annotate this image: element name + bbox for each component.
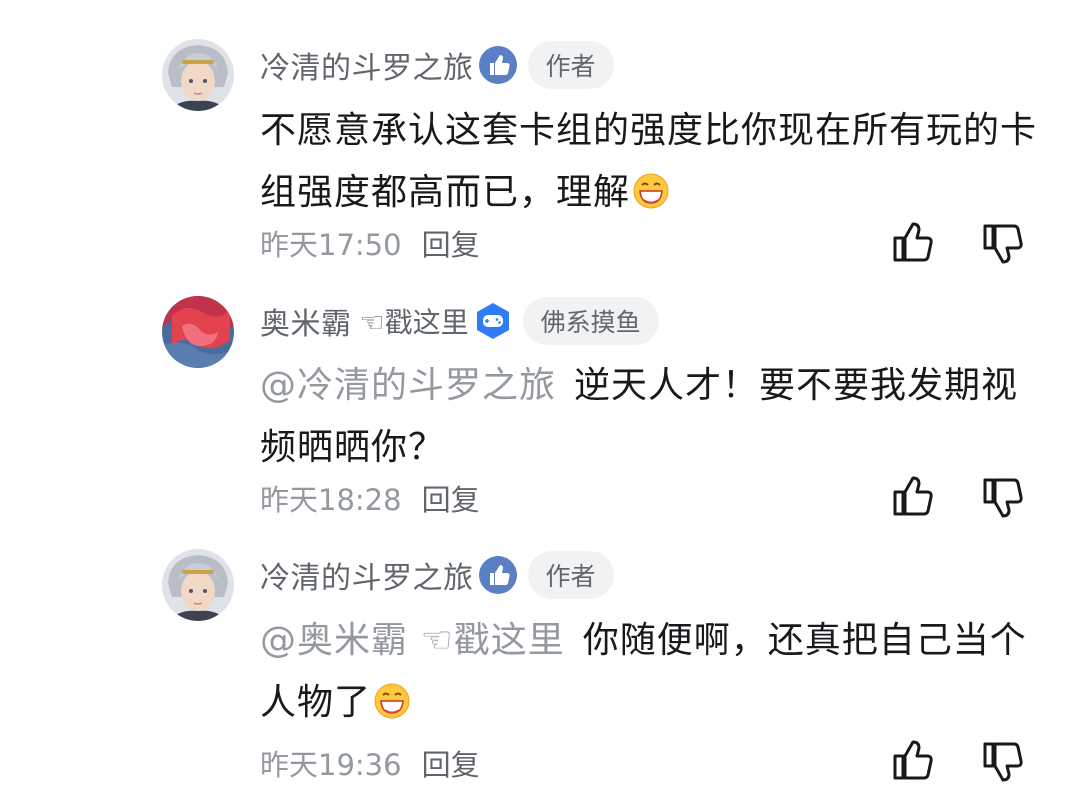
mention-link[interactable]: @奥米霸 ☜戳这里 — [260, 620, 565, 661]
comment-text: @奥米霸 ☜戳这里 你随便啊，还真把自己当个人物了 — [260, 610, 1040, 734]
thumbs-up-icon[interactable] — [889, 736, 937, 784]
avatar[interactable] — [162, 549, 234, 621]
thumbs-down-icon[interactable] — [979, 738, 1027, 786]
comment-item: 冷清的斗罗之旅 作者 @奥米霸 ☜戳这里 你随便啊，还真把自己当个人物了 昨天19… — [0, 0, 1080, 795]
reply-button[interactable]: 回复 — [422, 742, 480, 784]
author-tag: 作者 — [527, 551, 614, 599]
meta-row: 昨天19:36 回复 — [260, 743, 480, 783]
grin-emoji — [373, 678, 411, 719]
timestamp: 昨天19:36 — [260, 748, 402, 782]
thumbs-up-badge-icon — [478, 555, 518, 595]
username[interactable]: 冷清的斗罗之旅 — [260, 553, 474, 597]
name-row: 冷清的斗罗之旅 作者 — [260, 550, 614, 600]
